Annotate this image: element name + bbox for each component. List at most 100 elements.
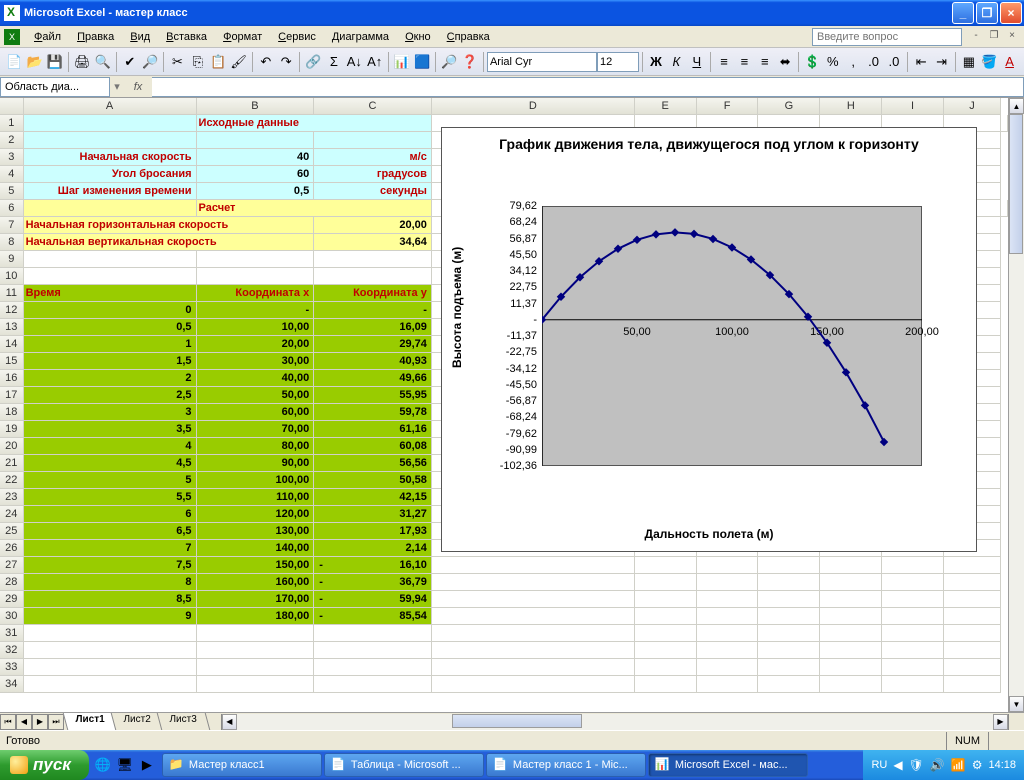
- hscroll-thumb[interactable]: [452, 714, 582, 728]
- help-icon[interactable]: ❓: [461, 51, 479, 73]
- italic-button[interactable]: К: [667, 51, 685, 73]
- taskbar-task[interactable]: 📄Таблица - Microsoft ...: [324, 753, 484, 777]
- excel-icon[interactable]: X: [4, 29, 20, 45]
- undo-icon[interactable]: ↶: [257, 51, 275, 73]
- formula-input[interactable]: [152, 77, 1024, 97]
- mdi-restore-button[interactable]: ❐: [986, 30, 1002, 44]
- y-tick: 79,62: [477, 200, 537, 212]
- menu-Формат[interactable]: Формат: [215, 29, 270, 45]
- spell-icon[interactable]: ✔: [121, 51, 139, 73]
- font-name-select[interactable]: [487, 52, 597, 72]
- system-tray[interactable]: RU ◀ 🛡 🔊 📶 ⚙ 14:18: [863, 750, 1024, 780]
- align-right-icon[interactable]: ≡: [756, 51, 774, 73]
- sum-icon[interactable]: Σ: [325, 51, 343, 73]
- status-bar: Готово NUM: [0, 730, 1024, 750]
- borders-icon[interactable]: ▦: [960, 51, 978, 73]
- sort-asc-icon[interactable]: A↓: [345, 51, 363, 73]
- desktop-icon[interactable]: 🖥: [115, 754, 135, 776]
- taskbar-task[interactable]: 📊Microsoft Excel - мас...: [648, 753, 808, 777]
- drawing-icon[interactable]: 🟦: [413, 51, 431, 73]
- decrease-indent-icon[interactable]: ⇤: [912, 51, 930, 73]
- start-button[interactable]: пуск: [0, 750, 89, 780]
- new-icon[interactable]: 📄: [5, 51, 23, 73]
- mdi-close-button[interactable]: ×: [1004, 30, 1020, 44]
- tab-next-button[interactable]: ▶: [32, 714, 48, 730]
- sort-desc-icon[interactable]: A↑: [365, 51, 383, 73]
- scroll-left-button[interactable]: ◀: [222, 714, 237, 730]
- fx-icon[interactable]: fx: [128, 77, 148, 97]
- chart-wizard-icon[interactable]: 📊: [393, 51, 411, 73]
- currency-icon[interactable]: 💲: [803, 51, 821, 73]
- font-size-select[interactable]: [597, 52, 639, 72]
- ie-icon[interactable]: 🌐: [93, 754, 113, 776]
- scroll-right-button[interactable]: ▶: [993, 714, 1008, 730]
- tab-prev-button[interactable]: ◀: [16, 714, 32, 730]
- clock[interactable]: 14:18: [988, 759, 1016, 771]
- increase-decimal-icon[interactable]: .0: [864, 51, 882, 73]
- ask-question-box[interactable]: [812, 28, 962, 46]
- copy-icon[interactable]: ⎘: [189, 51, 207, 73]
- research-icon[interactable]: 🔎: [141, 51, 159, 73]
- percent-icon[interactable]: %: [824, 51, 842, 73]
- menu-Правка[interactable]: Правка: [69, 29, 122, 45]
- y-tick: -68,24: [477, 411, 537, 423]
- media-icon[interactable]: ▶: [137, 754, 157, 776]
- vertical-scrollbar[interactable]: ▲ ▼: [1008, 98, 1024, 712]
- decrease-decimal-icon[interactable]: .0: [885, 51, 903, 73]
- comma-icon[interactable]: ,: [844, 51, 862, 73]
- bold-button[interactable]: Ж: [647, 51, 665, 73]
- mdi-minimize-button[interactable]: -: [968, 30, 984, 44]
- tray-icon[interactable]: 🛡: [909, 758, 924, 772]
- menu-Окно[interactable]: Окно: [397, 29, 439, 45]
- menu-Вид[interactable]: Вид: [122, 29, 158, 45]
- print-icon[interactable]: 🖨: [73, 51, 91, 73]
- taskbar-task[interactable]: 📄Мастер класс 1 - Mic...: [486, 753, 646, 777]
- lang-indicator[interactable]: RU: [871, 759, 887, 771]
- name-box[interactable]: [0, 77, 110, 97]
- tab-last-button[interactable]: ⏭: [48, 714, 64, 730]
- paste-icon[interactable]: 📋: [209, 51, 227, 73]
- preview-icon[interactable]: 🔍: [93, 51, 111, 73]
- sheet-tab-Лист1[interactable]: Лист1: [63, 713, 119, 730]
- underline-button[interactable]: Ч: [688, 51, 706, 73]
- align-center-icon[interactable]: ≡: [735, 51, 753, 73]
- format-painter-icon[interactable]: 🖌: [229, 51, 247, 73]
- menu-Файл[interactable]: Файл: [26, 29, 69, 45]
- font-color-icon[interactable]: A: [1000, 51, 1018, 73]
- menu-Диаграмма[interactable]: Диаграмма: [324, 29, 397, 45]
- align-left-icon[interactable]: ≡: [715, 51, 733, 73]
- tab-first-button[interactable]: ⏮: [0, 714, 16, 730]
- zoom-icon[interactable]: 🔎: [440, 51, 458, 73]
- chart-title: График движения тела, движущегося под уг…: [442, 128, 976, 152]
- horizontal-scrollbar[interactable]: ◀ ▶: [221, 714, 1008, 730]
- restore-button[interactable]: ❐: [976, 2, 998, 24]
- y-tick: -90,99: [477, 444, 537, 456]
- menu-Сервис[interactable]: Сервис: [270, 29, 324, 45]
- menu-Справка[interactable]: Справка: [439, 29, 498, 45]
- tray-icon[interactable]: ◀: [893, 758, 902, 772]
- standard-toolbar: 📄 📂 💾 🖨 🔍 ✔ 🔎 ✂ ⎘ 📋 🖌 ↶ ↷ 🔗 Σ A↓ A↑ 📊 🟦 …: [0, 48, 1024, 76]
- redo-icon[interactable]: ↷: [277, 51, 295, 73]
- scroll-up-button[interactable]: ▲: [1009, 98, 1024, 114]
- scroll-thumb[interactable]: [1009, 114, 1023, 254]
- y-tick: 34,12: [477, 265, 537, 277]
- scroll-down-button[interactable]: ▼: [1009, 696, 1024, 712]
- close-button[interactable]: ×: [1000, 2, 1022, 24]
- tray-icon[interactable]: ⚙: [972, 758, 983, 772]
- windows-taskbar: пуск 🌐 🖥 ▶ 📁Мастер класс1📄Таблица - Micr…: [0, 750, 1024, 780]
- y-tick: 22,75: [477, 281, 537, 293]
- increase-indent-icon[interactable]: ⇥: [932, 51, 950, 73]
- embedded-chart[interactable]: График движения тела, движущегося под уг…: [441, 127, 977, 552]
- taskbar-task[interactable]: 📁Мастер класс1: [162, 753, 322, 777]
- tray-icon[interactable]: 📶: [951, 758, 966, 772]
- open-icon[interactable]: 📂: [25, 51, 43, 73]
- menu-Вставка[interactable]: Вставка: [158, 29, 215, 45]
- save-icon[interactable]: 💾: [46, 51, 64, 73]
- merge-icon[interactable]: ⬌: [776, 51, 794, 73]
- fill-color-icon[interactable]: 🪣: [980, 51, 998, 73]
- cut-icon[interactable]: ✂: [168, 51, 186, 73]
- hyperlink-icon[interactable]: 🔗: [304, 51, 322, 73]
- minimize-button[interactable]: _: [952, 2, 974, 24]
- tray-icon[interactable]: 🔊: [930, 758, 945, 772]
- sheet-tab-Лист3[interactable]: Лист3: [157, 713, 211, 730]
